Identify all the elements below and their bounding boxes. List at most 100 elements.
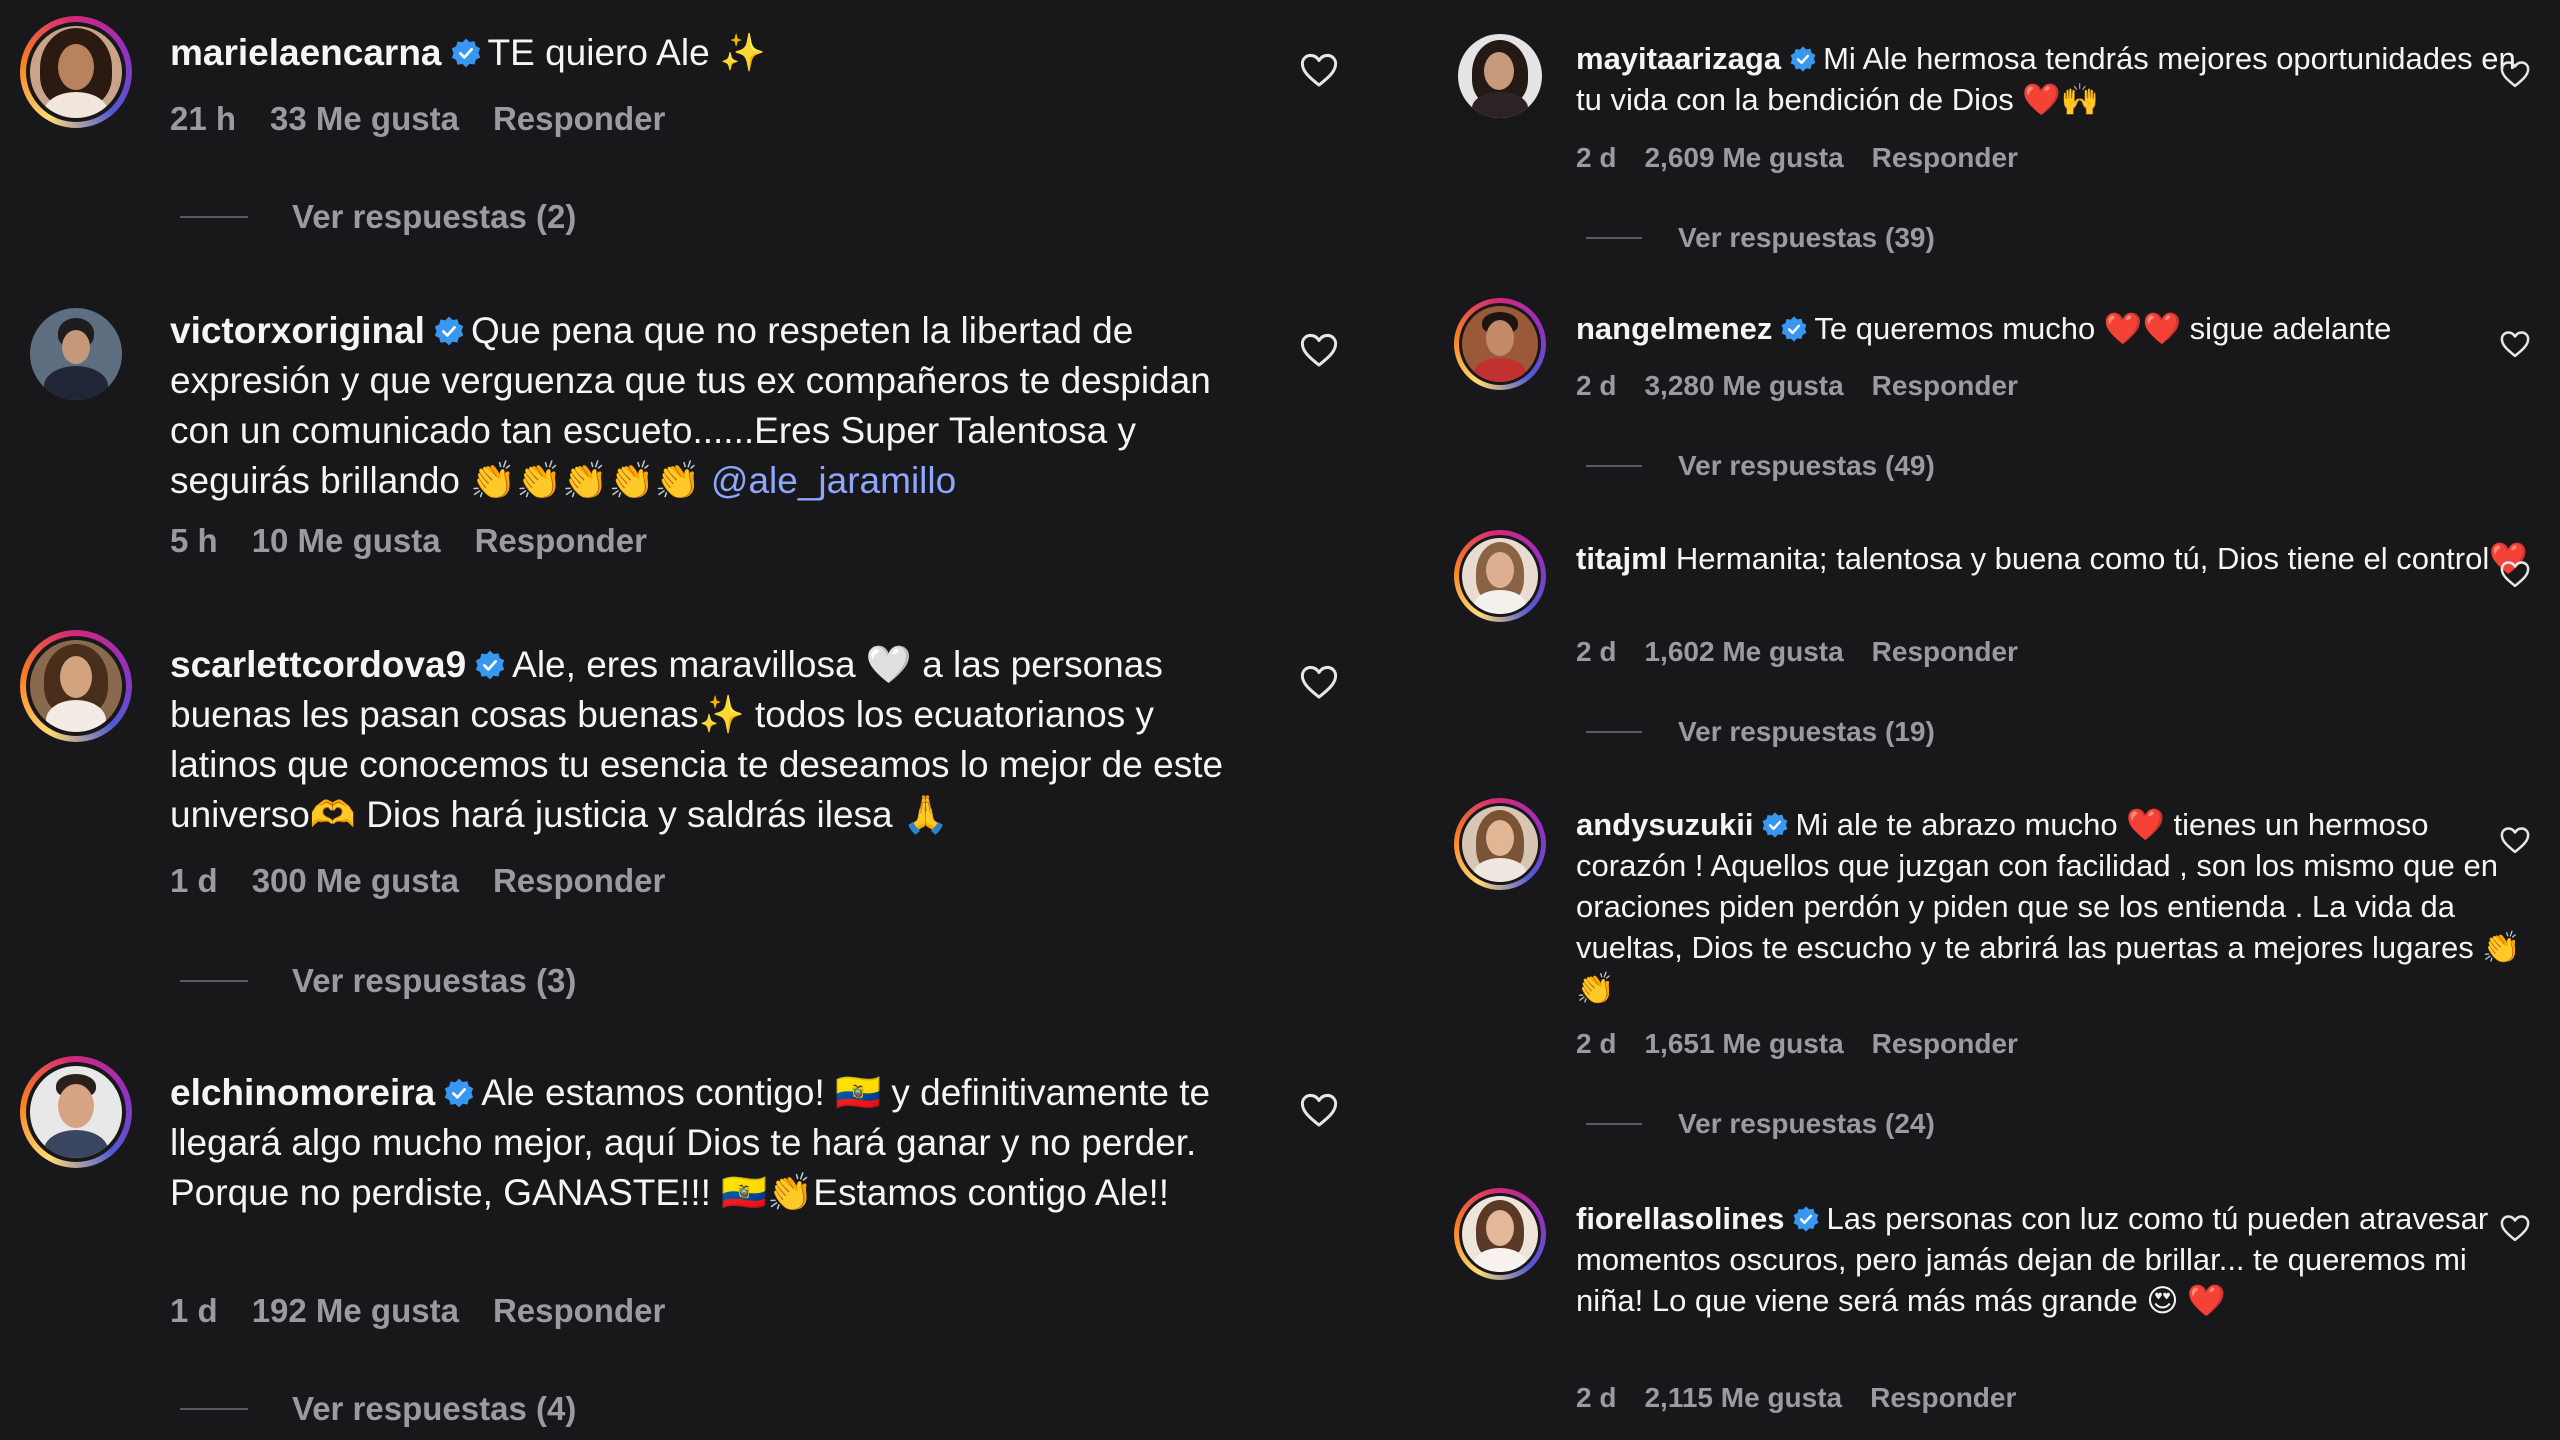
heart-outline-icon[interactable] xyxy=(1300,1092,1338,1128)
replies-divider xyxy=(180,1408,248,1410)
replies-divider xyxy=(1586,237,1642,239)
view-replies-button[interactable]: Ver respuestas (39) xyxy=(1586,222,1935,254)
comment-victorxoriginal: victorxoriginal Que pena que no respeten … xyxy=(0,290,1398,610)
comment-time: 2 d xyxy=(1576,370,1617,401)
view-replies-button[interactable]: Ver respuestas (2) xyxy=(180,198,576,236)
view-replies-label: Ver respuestas (2) xyxy=(292,198,577,235)
comment-text: victorxoriginal Que pena que no respeten … xyxy=(170,306,1260,506)
avatar[interactable] xyxy=(1454,1188,1546,1280)
heart-outline-icon[interactable] xyxy=(1300,332,1338,368)
comment-time: 1 d xyxy=(170,1292,218,1329)
verified-badge-icon xyxy=(1782,316,1807,342)
comment-meta: 1 d 192 Me gusta Responder xyxy=(170,1292,665,1330)
view-replies-button[interactable]: Ver respuestas (4) xyxy=(180,1390,576,1428)
comment-text: fiorellasolines Las personas con luz como… xyxy=(1576,1198,2536,1321)
comment-text: mayitaarizaga Mi Ale hermosa tendrás mejo… xyxy=(1576,38,2536,120)
comment-titajml: titajml Hermanita; talentosa y buena com… xyxy=(1414,520,2560,770)
view-replies-button[interactable]: Ver respuestas (24) xyxy=(1586,1108,1935,1140)
replies-divider xyxy=(1586,465,1642,467)
username[interactable]: fiorellasolines xyxy=(1576,1201,1784,1236)
view-replies-label: Ver respuestas (3) xyxy=(292,962,577,999)
avatar[interactable] xyxy=(20,16,132,128)
replies-divider xyxy=(1586,1123,1642,1125)
comment-time: 5 h xyxy=(170,522,218,559)
view-replies-label: Ver respuestas (24) xyxy=(1678,1108,1935,1139)
username[interactable]: elchinomoreira xyxy=(170,1072,435,1113)
comment-nangelmenez: nangelmenez Te queremos mucho ❤️❤️ sigue … xyxy=(1414,290,2560,510)
avatar[interactable] xyxy=(1454,298,1546,390)
comment-fiorellasolines: fiorellasolines Las personas con luz como… xyxy=(1414,1180,2560,1440)
heart-outline-icon[interactable] xyxy=(1300,664,1338,700)
comment-time: 2 d xyxy=(1576,1382,1617,1413)
reply-button[interactable]: Responder xyxy=(493,1292,665,1330)
like-count[interactable]: 33 Me gusta xyxy=(270,100,459,138)
username[interactable]: mayitaarizaga xyxy=(1576,41,1781,76)
comment-meta: 5 h 10 Me gusta Responder xyxy=(170,522,647,560)
heart-outline-icon[interactable] xyxy=(2500,1214,2530,1242)
reply-button[interactable]: Responder xyxy=(1872,370,2018,402)
view-replies-button[interactable]: Ver respuestas (3) xyxy=(180,962,576,1000)
view-replies-label: Ver respuestas (49) xyxy=(1678,450,1935,481)
comment-time: 2 d xyxy=(1576,142,1617,173)
like-count[interactable]: 2,115 Me gusta xyxy=(1644,1382,1842,1414)
avatar[interactable] xyxy=(1454,798,1546,890)
avatar[interactable] xyxy=(20,1056,132,1168)
heart-outline-icon[interactable] xyxy=(2500,560,2530,588)
avatar[interactable] xyxy=(20,630,132,742)
replies-divider xyxy=(180,216,248,218)
heart-outline-icon[interactable] xyxy=(2500,60,2530,88)
comment-scarlettcordova9: scarlettcordova9 Ale, eres maravillosa 🤍 … xyxy=(0,622,1398,1022)
verified-badge-icon xyxy=(445,1078,474,1108)
comment-meta: 2 d 3,280 Me gusta Responder xyxy=(1576,370,2018,402)
comment-time: 2 d xyxy=(1576,636,1617,667)
mention-link[interactable]: @ale_jaramillo xyxy=(711,460,956,501)
comment-text: andysuzukii Mi ale te abrazo mucho ❤️ tie… xyxy=(1576,804,2536,1009)
username[interactable]: victorxoriginal xyxy=(170,310,425,351)
reply-button[interactable]: Responder xyxy=(493,100,665,138)
username[interactable]: marielaencarna xyxy=(170,32,442,73)
reply-button[interactable]: Responder xyxy=(1872,142,2018,174)
verified-badge-icon xyxy=(1790,46,1816,72)
comment-andysuzukii: andysuzukii Mi ale te abrazo mucho ❤️ tie… xyxy=(1414,788,2560,1148)
comment-message: TE quiero Ale ✨ xyxy=(487,32,766,73)
verified-badge-icon xyxy=(451,38,480,68)
like-count[interactable]: 1,651 Me gusta xyxy=(1644,1028,1843,1060)
view-replies-button[interactable]: Ver respuestas (49) xyxy=(1586,450,1935,482)
avatar[interactable] xyxy=(1458,34,1542,118)
comment-meta: 2 d 2,609 Me gusta Responder xyxy=(1576,142,2018,174)
like-count[interactable]: 3,280 Me gusta xyxy=(1644,370,1843,402)
comment-text: scarlettcordova9 Ale, eres maravillosa 🤍 … xyxy=(170,640,1260,840)
reply-button[interactable]: Responder xyxy=(1872,636,2018,668)
comment-mayitaarizaga: mayitaarizaga Mi Ale hermosa tendrás mejo… xyxy=(1414,0,2560,270)
reply-button[interactable]: Responder xyxy=(1870,1382,2016,1414)
comments-panel-left: marielaencarna TE quiero Ale ✨ 21 h 33 Me… xyxy=(0,0,1398,1440)
comment-time: 21 h xyxy=(170,100,237,137)
reply-button[interactable]: Responder xyxy=(1872,1028,2018,1060)
comment-text: marielaencarna TE quiero Ale ✨ xyxy=(170,28,1260,78)
heart-outline-icon[interactable] xyxy=(2500,330,2530,358)
comment-meta: 2 d 2,115 Me gusta Responder xyxy=(1576,1382,2016,1414)
avatar[interactable] xyxy=(30,308,122,400)
comment-time: 1 d xyxy=(170,862,218,899)
reply-button[interactable]: Responder xyxy=(475,522,647,560)
verified-badge-icon xyxy=(475,650,505,680)
reply-button[interactable]: Responder xyxy=(493,862,665,900)
like-count[interactable]: 192 Me gusta xyxy=(252,1292,459,1330)
avatar[interactable] xyxy=(1454,530,1546,622)
heart-outline-icon[interactable] xyxy=(1300,52,1338,88)
username[interactable]: nangelmenez xyxy=(1576,311,1772,346)
username[interactable]: scarlettcordova9 xyxy=(170,644,466,685)
verified-badge-icon xyxy=(1794,1206,1819,1232)
username[interactable]: andysuzukii xyxy=(1576,807,1753,842)
like-count[interactable]: 10 Me gusta xyxy=(252,522,441,560)
heart-outline-icon[interactable] xyxy=(2500,826,2530,854)
like-count[interactable]: 300 Me gusta xyxy=(252,862,459,900)
comment-text: elchinomoreira Ale estamos contigo! 🇪🇨 y … xyxy=(170,1068,1260,1218)
like-count[interactable]: 2,609 Me gusta xyxy=(1644,142,1843,174)
username[interactable]: titajml xyxy=(1576,541,1667,576)
like-count[interactable]: 1,602 Me gusta xyxy=(1644,636,1843,668)
verified-badge-icon xyxy=(434,316,464,346)
view-replies-button[interactable]: Ver respuestas (19) xyxy=(1586,716,1935,748)
view-replies-label: Ver respuestas (4) xyxy=(292,1390,577,1427)
comment-text: titajml Hermanita; talentosa y buena com… xyxy=(1576,538,2536,579)
